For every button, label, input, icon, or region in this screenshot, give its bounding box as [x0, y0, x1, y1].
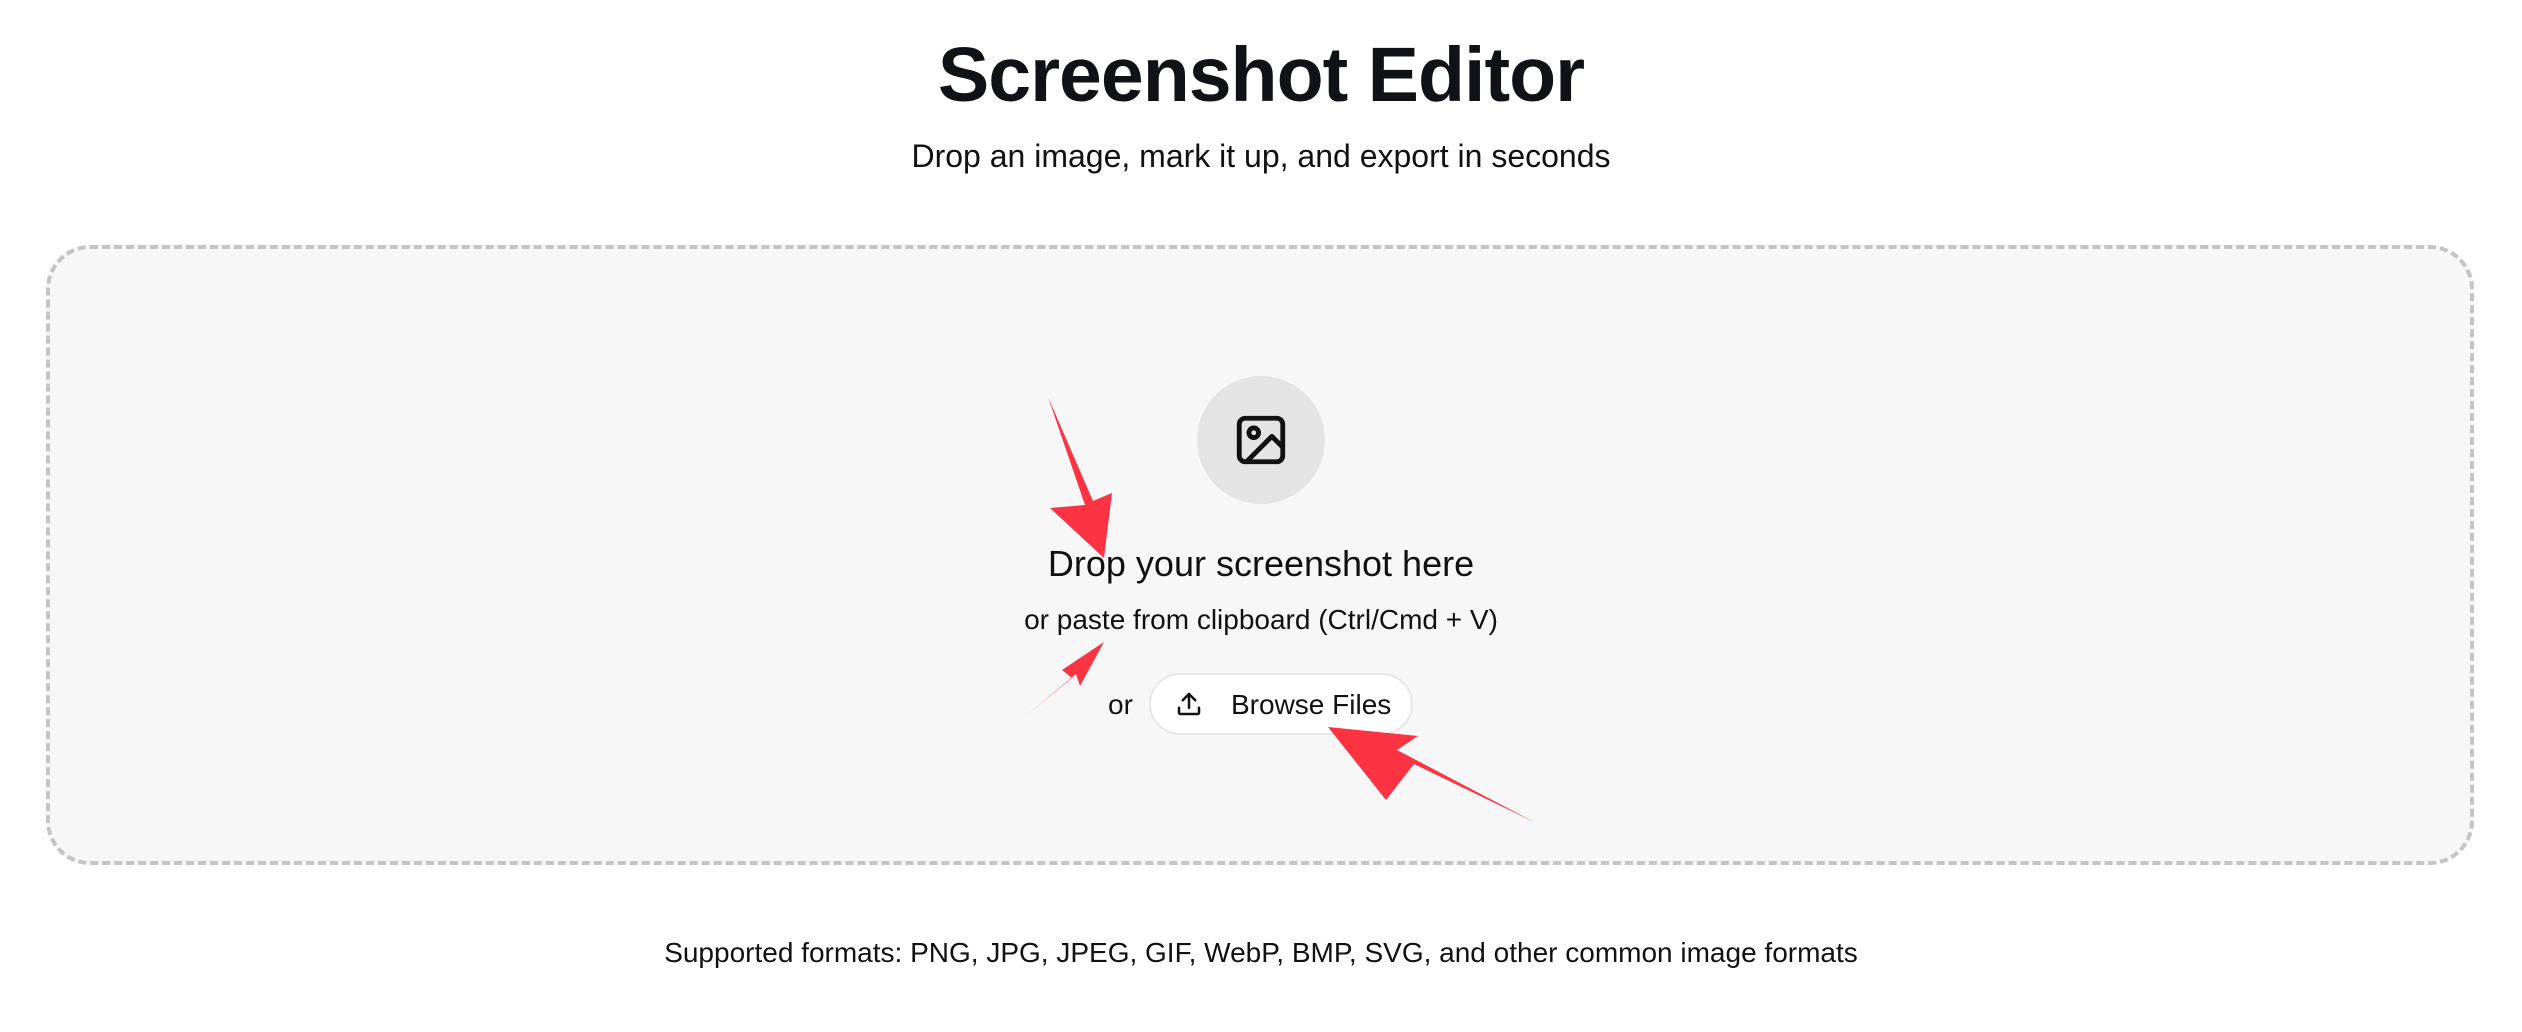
browse-files-button[interactable]: Browse Files [1149, 673, 1413, 735]
page-subtitle: Drop an image, mark it up, and export in… [911, 138, 1611, 174]
image-icon-circle [1197, 376, 1325, 504]
or-label: or [1108, 689, 1133, 720]
browse-files-label: Browse Files [1231, 689, 1392, 720]
supported-formats-text: Supported formats: PNG, JPG, JPEG, GIF, … [664, 937, 1858, 968]
paste-hint: or paste from clipboard (Ctrl/Cmd + V) [1024, 604, 1498, 635]
screenshot-editor-page: Screenshot Editor Drop an image, mark it… [0, 0, 2522, 1032]
upload-icon [1177, 692, 1201, 716]
drop-heading: Drop your screenshot here [1047, 543, 1475, 584]
image-icon [1236, 415, 1286, 465]
page-title: Screenshot Editor [937, 32, 1585, 118]
